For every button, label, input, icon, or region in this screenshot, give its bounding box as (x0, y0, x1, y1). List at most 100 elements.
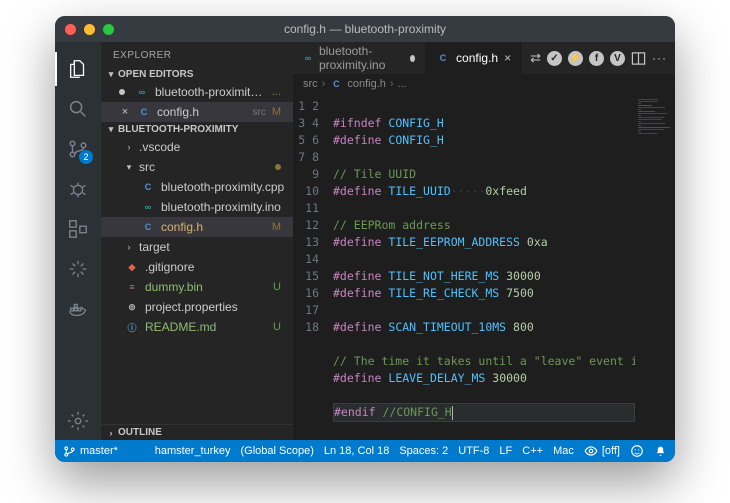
c-file-icon: C (141, 220, 155, 234)
editor-area: ∞ bluetooth-proximity.ino C config.h × ⇄… (293, 42, 675, 440)
chevron-down-icon: ▾ (125, 162, 133, 173)
bin-file-icon: ≡ (125, 280, 139, 294)
outline-section[interactable]: › OUTLINE (101, 425, 293, 440)
smiley-icon (630, 444, 644, 458)
line-gutter: 1 2 3 4 5 6 7 8 9 10 11 12 13 14 15 16 1… (293, 94, 327, 440)
split-editor-icon[interactable] (631, 51, 646, 66)
c-file-icon: C (436, 51, 450, 65)
c-file-icon: C (137, 105, 151, 119)
status-eol[interactable]: LF (499, 445, 512, 457)
tree-file[interactable]: C bluetooth-proximity.cpp (101, 177, 293, 197)
tree-file[interactable]: ≡ dummy.bin U (101, 277, 293, 297)
minimap[interactable] (635, 94, 675, 440)
code-content[interactable]: #ifndef CONFIG_H #define CONFIG_H // Til… (327, 94, 635, 440)
search-icon (67, 98, 89, 120)
status-bell[interactable] (654, 445, 667, 458)
open-editor-item[interactable]: × C config.h src M (101, 102, 293, 122)
sidebar-title: EXPLORER (101, 42, 293, 67)
particle-activity[interactable] (55, 250, 101, 288)
dirty-dot-icon (119, 89, 125, 95)
chevron-right-icon: › (125, 142, 133, 152)
files-icon (67, 58, 89, 80)
titlebar: config.h — bluetooth-proximity (55, 16, 675, 42)
tree-file[interactable]: ◆ .gitignore (101, 257, 293, 277)
cursor (452, 406, 453, 420)
chevron-down-icon: ▾ (107, 69, 115, 80)
tree-file[interactable]: ∞ bluetooth-proximity.ino (101, 197, 293, 217)
scm-badge: 2 (79, 150, 93, 164)
action-v[interactable]: V (610, 51, 625, 66)
dirty-dot-icon (410, 55, 415, 62)
project-section[interactable]: ▾ BLUETOOTH-PROXIMITY (101, 122, 293, 137)
editor[interactable]: 1 2 3 4 5 6 7 8 9 10 11 12 13 14 15 16 1… (293, 94, 675, 440)
tree-file[interactable]: ⊚ project.properties (101, 297, 293, 317)
close-window-button[interactable] (65, 24, 76, 35)
extensions-icon (67, 218, 89, 240)
c-file-icon: C (329, 77, 343, 91)
tree-file[interactable]: ⓘ README.md U (101, 317, 293, 337)
ino-file-icon: ∞ (303, 51, 313, 65)
status-eye[interactable]: [off] (584, 444, 620, 458)
traffic-lights (55, 24, 114, 35)
ino-file-icon: ∞ (135, 85, 149, 99)
status-branch[interactable]: master* (63, 445, 118, 458)
compare-icon[interactable]: ⇄ (530, 50, 541, 66)
docker-activity[interactable] (55, 290, 101, 328)
tree-folder[interactable]: › .vscode (101, 137, 293, 157)
status-language[interactable]: C++ (522, 445, 543, 457)
tree-folder-src[interactable]: ▾ src (101, 157, 293, 177)
status-scope[interactable]: hamster_turkey (155, 445, 231, 457)
tab-actions: ⇄ ✓ ⚡ f V ··· (522, 42, 675, 74)
bug-icon (67, 178, 89, 200)
branch-icon (63, 445, 76, 458)
status-bar: master* hamster_turkey (Global Scope) Ln… (55, 440, 675, 462)
gear-icon (67, 410, 89, 432)
tree-folder[interactable]: › target (101, 237, 293, 257)
close-icon[interactable]: × (119, 106, 131, 118)
docker-icon (67, 298, 89, 320)
info-file-icon: ⓘ (125, 320, 139, 334)
window-title: config.h — bluetooth-proximity (55, 22, 675, 36)
maximize-window-button[interactable] (103, 24, 114, 35)
git-file-icon: ◆ (125, 260, 139, 274)
debug-activity[interactable] (55, 170, 101, 208)
action-f[interactable]: f (589, 51, 604, 66)
close-icon[interactable]: × (504, 51, 511, 65)
status-feedback[interactable] (630, 444, 644, 458)
tree-file-config[interactable]: C config.h M (101, 217, 293, 237)
action-flash[interactable]: ⚡ (568, 51, 583, 66)
breadcrumb[interactable]: src › C config.h › ... (293, 74, 675, 94)
more-icon[interactable]: ··· (652, 51, 667, 65)
bell-icon (654, 445, 667, 458)
status-os[interactable]: Mac (553, 445, 574, 457)
minimize-window-button[interactable] (84, 24, 95, 35)
ino-file-icon: ∞ (141, 200, 155, 214)
explorer-activity[interactable] (55, 50, 101, 88)
action-check[interactable]: ✓ (547, 51, 562, 66)
settings-activity[interactable] (55, 402, 101, 440)
modified-dot-icon (275, 164, 281, 170)
tab-bar: ∞ bluetooth-proximity.ino C config.h × ⇄… (293, 42, 675, 74)
tab-config-h[interactable]: C config.h × (426, 42, 522, 74)
properties-file-icon: ⊚ (125, 300, 139, 314)
extensions-activity[interactable] (55, 210, 101, 248)
status-spaces[interactable]: Spaces: 2 (399, 445, 448, 457)
chevron-right-icon: › (390, 78, 394, 90)
chevron-right-icon: › (125, 242, 133, 252)
tab-bluetooth-proximity[interactable]: ∞ bluetooth-proximity.ino (293, 42, 426, 74)
chevron-down-icon: ▾ (107, 124, 115, 135)
status-encoding[interactable]: UTF-8 (458, 445, 489, 457)
app-window: config.h — bluetooth-proximity 2 (55, 16, 675, 462)
open-editors-section[interactable]: ▾ OPEN EDITORS (101, 67, 293, 82)
eye-icon (584, 444, 598, 458)
cpp-file-icon: C (141, 180, 155, 194)
scm-activity[interactable]: 2 (55, 130, 101, 168)
status-cursor-pos[interactable]: Ln 18, Col 18 (324, 445, 389, 457)
sidebar: EXPLORER ▾ OPEN EDITORS ∞ bluetooth-prox… (101, 42, 293, 440)
chevron-right-icon: › (322, 78, 326, 90)
status-global-scope[interactable]: (Global Scope) (241, 445, 314, 457)
open-editor-item[interactable]: ∞ bluetooth-proximity.ino ... (101, 82, 293, 102)
spark-icon (67, 258, 89, 280)
search-activity[interactable] (55, 90, 101, 128)
activity-bar: 2 (55, 42, 101, 440)
